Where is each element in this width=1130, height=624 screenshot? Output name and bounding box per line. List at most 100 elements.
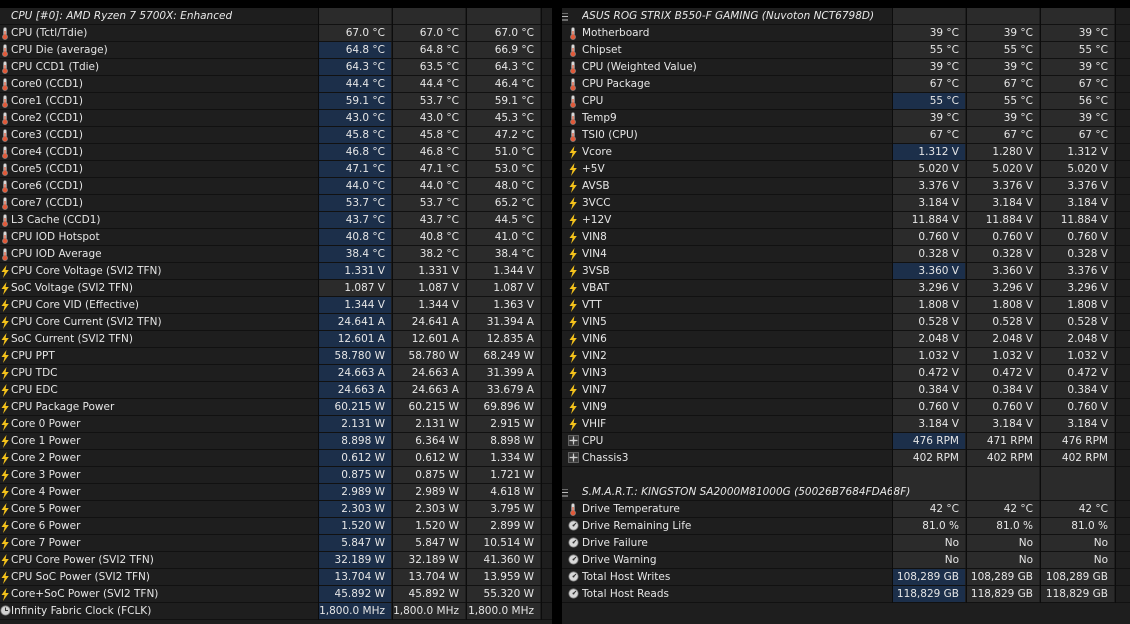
sensor-row-cpu-core-current-svi2-tfn[interactable]: CPU Core Current (SVI2 TFN) 24.641 A 24.64… xyxy=(0,314,552,331)
sensor-group-header[interactable]: S.M.A.R.T.: KINGSTON SA2000M81000G (5002… xyxy=(562,484,1130,501)
sensor-row-core6-ccd1[interactable]: Core6 (CCD1) 44.0 °C 44.0 °C 48.0 °C xyxy=(0,178,552,195)
current-value: 55 °C xyxy=(929,44,959,56)
sensor-row-cpu-soc-power-svi2-tfn[interactable]: CPU SoC Power (SVI2 TFN) 13.704 W 13.704 W… xyxy=(0,569,552,586)
maximum-value: 13.959 W xyxy=(483,571,534,583)
sensor-row-vin5[interactable]: VIN5 0.528 V 0.528 V 0.528 V xyxy=(562,314,1130,331)
current-value: 55 °C xyxy=(893,93,965,109)
sensor-row-drive-remaining-life[interactable]: Drive Remaining Life 81.0 % 81.0 % 81.0 % xyxy=(562,518,1130,535)
maximum-value: No xyxy=(1093,554,1108,566)
sensor-row-core-4-power[interactable]: Core 4 Power 2.989 W 2.989 W 4.618 W xyxy=(0,484,552,501)
sensor-row-l3-cache-ccd1[interactable]: L3 Cache (CCD1) 43.7 °C 43.7 °C 44.5 °C xyxy=(0,212,552,229)
bolt-icon xyxy=(568,333,578,346)
maximum-value: 31.399 A xyxy=(486,367,534,379)
sensor-row-vtt[interactable]: VTT 1.808 V 1.808 V 1.808 V xyxy=(562,297,1130,314)
sensor-group-header[interactable]: ASUS ROG STRIX B550-F GAMING (Nuvoton NC… xyxy=(562,8,1130,25)
sensor-row-cpu-die-average[interactable]: CPU Die (average) 64.8 °C 64.8 °C 66.9 °C xyxy=(0,42,552,59)
sensor-row-core4-ccd1[interactable]: Core4 (CCD1) 46.8 °C 46.8 °C 51.0 °C xyxy=(0,144,552,161)
current-value: 43.7 °C xyxy=(318,212,391,228)
sensor-row-cpu[interactable]: CPU 476 RPM 471 RPM 476 RPM xyxy=(562,433,1130,450)
minimum-value: 24.641 A xyxy=(411,316,459,328)
gauge-icon xyxy=(568,537,579,549)
current-value: 47.1 °C xyxy=(318,161,391,177)
sensor-row-chassis3[interactable]: Chassis3 402 RPM 402 RPM 402 RPM xyxy=(562,450,1130,467)
sensor-row-5v[interactable]: +5V 5.020 V 5.020 V 5.020 V xyxy=(562,161,1130,178)
sensor-row-avsb[interactable]: AVSB 3.376 V 3.376 V 3.376 V xyxy=(562,178,1130,195)
sensor-row-cpu-package-power[interactable]: CPU Package Power 60.215 W 60.215 W 69.896 … xyxy=(0,399,552,416)
sensor-row-12v[interactable]: +12V 11.884 V 11.884 V 11.884 V xyxy=(562,212,1130,229)
sensor-row-vin6[interactable]: VIN6 2.048 V 2.048 V 2.048 V xyxy=(562,331,1130,348)
current-value: 0.875 W xyxy=(318,467,391,483)
sensor-label: +12V xyxy=(582,214,612,226)
sensor-row-drive-temperature[interactable]: Drive Temperature 42 °C 42 °C 42 °C xyxy=(562,501,1130,518)
sensor-row-core2-ccd1[interactable]: Core2 (CCD1) 43.0 °C 43.0 °C 45.3 °C xyxy=(0,110,552,127)
sensor-row-core-1-power[interactable]: Core 1 Power 8.898 W 6.364 W 8.898 W xyxy=(0,433,552,450)
sensor-row-vin7[interactable]: VIN7 0.384 V 0.384 V 0.384 V xyxy=(562,382,1130,399)
sensor-row-cpu-iod-hotspot[interactable]: CPU IOD Hotspot 40.8 °C 40.8 °C 41.0 °C xyxy=(0,229,552,246)
sensor-row-cpu-tctl-tdie[interactable]: CPU (Tctl/Tdie) 67.0 °C 67.0 °C 67.0 °C xyxy=(0,25,552,42)
sensor-group-header[interactable]: CPU [#0]: AMD Ryzen 7 5700X: Enhanced xyxy=(0,8,552,25)
bolt-icon xyxy=(568,163,578,176)
sensor-row-core7-ccd1[interactable]: Core7 (CCD1) 53.7 °C 53.7 °C 65.2 °C xyxy=(0,195,552,212)
sensor-row-cpu-package[interactable]: CPU Package 67 °C 67 °C 67 °C xyxy=(562,76,1130,93)
sensor-row-core-0-power[interactable]: Core 0 Power 2.131 W 2.131 W 2.915 W xyxy=(0,416,552,433)
group-handle-icon xyxy=(0,13,4,25)
maximum-value: 41.360 W xyxy=(483,554,534,566)
sensor-row-core3-ccd1[interactable]: Core3 (CCD1) 45.8 °C 45.8 °C 47.2 °C xyxy=(0,127,552,144)
sensor-row-chipset[interactable]: Chipset 55 °C 55 °C 55 °C xyxy=(562,42,1130,59)
sensor-row-cpu-core-power-svi2-tfn[interactable]: CPU Core Power (SVI2 TFN) 32.189 W 32.189 … xyxy=(0,552,552,569)
thermometer-icon xyxy=(568,129,578,142)
sensor-row-cpu[interactable]: CPU 55 °C 55 °C 56 °C xyxy=(562,93,1130,110)
sensor-row-core0-ccd1[interactable]: Core0 (CCD1) 44.4 °C 44.4 °C 46.4 °C xyxy=(0,76,552,93)
sensor-row-core1-ccd1[interactable]: Core1 (CCD1) 59.1 °C 53.7 °C 59.1 °C xyxy=(0,93,552,110)
sensor-row-cpu-core-voltage-svi2-tfn[interactable]: CPU Core Voltage (SVI2 TFN) 1.331 V 1.331 … xyxy=(0,263,552,280)
sensor-row-total-host-reads[interactable]: Total Host Reads 118,829 GB 118,829 GB 118,… xyxy=(562,586,1130,603)
sensor-label: Core 2 Power xyxy=(11,452,81,464)
sensor-row-vcore[interactable]: Vcore 1.312 V 1.280 V 1.312 V xyxy=(562,144,1130,161)
sensor-row-motherboard[interactable]: Motherboard 39 °C 39 °C 39 °C xyxy=(562,25,1130,42)
sensor-row-cpu-iod-average[interactable]: CPU IOD Average 38.4 °C 38.2 °C 38.4 °C xyxy=(0,246,552,263)
sensor-row-vin8[interactable]: VIN8 0.760 V 0.760 V 0.760 V xyxy=(562,229,1130,246)
minimum-value: 13.704 W xyxy=(408,571,459,583)
sensor-row-soc-voltage-svi2-tfn[interactable]: SoC Voltage (SVI2 TFN) 1.087 V 1.087 V 1.08… xyxy=(0,280,552,297)
sensor-row-core-3-power[interactable]: Core 3 Power 0.875 W 0.875 W 1.721 W xyxy=(0,467,552,484)
sensor-row-total-host-writes[interactable]: Total Host Writes 108,289 GB 108,289 GB 108… xyxy=(562,569,1130,586)
thermometer-icon xyxy=(568,112,578,125)
sensor-row-temp9[interactable]: Temp9 39 °C 39 °C 39 °C xyxy=(562,110,1130,127)
sensor-row-cpu-ppt[interactable]: CPU PPT 58.780 W 58.780 W 68.249 W xyxy=(0,348,552,365)
sensor-row-infinity-fabric-clock-fclk[interactable]: Infinity Fabric Clock (FCLK) 1,800.0 MHz 1… xyxy=(0,603,552,620)
maximum-value: 39 °C xyxy=(1078,27,1108,39)
sensor-row-core-2-power[interactable]: Core 2 Power 0.612 W 0.612 W 1.334 W xyxy=(0,450,552,467)
sensor-row-core-7-power[interactable]: Core 7 Power 5.847 W 5.847 W 10.514 W xyxy=(0,535,552,552)
sensor-row-core-5-power[interactable]: Core 5 Power 2.303 W 2.303 W 3.795 W xyxy=(0,501,552,518)
sensor-row-vin9[interactable]: VIN9 0.760 V 0.760 V 0.760 V xyxy=(562,399,1130,416)
current-value: 64.3 °C xyxy=(318,59,391,75)
sensor-row-core5-ccd1[interactable]: Core5 (CCD1) 47.1 °C 47.1 °C 53.0 °C xyxy=(0,161,552,178)
current-value: 67 °C xyxy=(929,78,959,90)
sensor-row-core-soc-power-svi2-tfn[interactable]: Core+SoC Power (SVI2 TFN) 45.892 W 45.892 … xyxy=(0,586,552,603)
sensor-label: CPU TDC xyxy=(11,367,58,379)
sensor-row-vhif[interactable]: VHIF 3.184 V 3.184 V 3.184 V xyxy=(562,416,1130,433)
sensor-row-3vsb[interactable]: 3VSB 3.360 V 3.360 V 3.376 V xyxy=(562,263,1130,280)
sensor-row-vbat[interactable]: VBAT 3.296 V 3.296 V 3.296 V xyxy=(562,280,1130,297)
bolt-icon xyxy=(568,418,578,431)
sensor-row-vin2[interactable]: VIN2 1.032 V 1.032 V 1.032 V xyxy=(562,348,1130,365)
sensor-row-soc-current-svi2-tfn[interactable]: SoC Current (SVI2 TFN) 12.601 A 12.601 A 12… xyxy=(0,331,552,348)
thermometer-icon xyxy=(568,61,578,74)
bolt-icon xyxy=(568,248,578,261)
maximum-value: 3.184 V xyxy=(1067,418,1108,430)
maximum-value: 55.320 W xyxy=(483,588,534,600)
sensor-row-drive-failure[interactable]: Drive Failure No No No xyxy=(562,535,1130,552)
sensor-row-cpu-ccd1-tdie[interactable]: CPU CCD1 (Tdie) 64.3 °C 63.5 °C 64.3 °C xyxy=(0,59,552,76)
sensor-row-vin4[interactable]: VIN4 0.328 V 0.328 V 0.328 V xyxy=(562,246,1130,263)
sensor-row-cpu-weighted-value[interactable]: CPU (Weighted Value) 39 °C 39 °C 39 °C xyxy=(562,59,1130,76)
sensor-row-cpu-core-vid-effective[interactable]: CPU Core VID (Effective) 1.344 V 1.344 V 1.… xyxy=(0,297,552,314)
sensor-row-3vcc[interactable]: 3VCC 3.184 V 3.184 V 3.184 V xyxy=(562,195,1130,212)
sensor-row-drive-warning[interactable]: Drive Warning No No No xyxy=(562,552,1130,569)
current-value: 1.032 V xyxy=(918,350,959,362)
sensor-row-vin3[interactable]: VIN3 0.472 V 0.472 V 0.472 V xyxy=(562,365,1130,382)
sensor-label: CPU IOD Average xyxy=(11,248,102,260)
sensor-row-cpu-tdc[interactable]: CPU TDC 24.663 A 24.663 A 31.399 A xyxy=(0,365,552,382)
sensor-row-tsi0-cpu[interactable]: TSI0 (CPU) 67 °C 67 °C 67 °C xyxy=(562,127,1130,144)
sensor-row-cpu-edc[interactable]: CPU EDC 24.663 A 24.663 A 33.679 A xyxy=(0,382,552,399)
sensor-row-core-6-power[interactable]: Core 6 Power 1.520 W 1.520 W 2.899 W xyxy=(0,518,552,535)
